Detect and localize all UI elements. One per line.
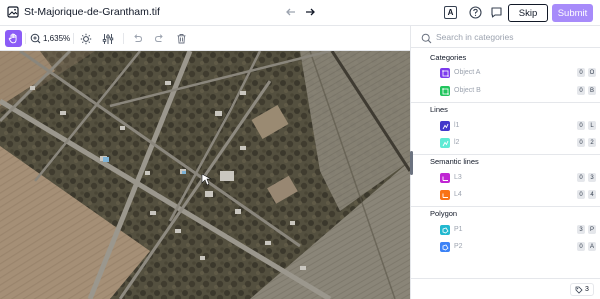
search-input[interactable] <box>436 29 591 45</box>
aerial-image <box>0 51 410 299</box>
category-label: Object B <box>454 87 481 94</box>
section-title-lines: Lines <box>430 105 448 114</box>
footer-divider <box>411 278 600 279</box>
category-item-object-a[interactable]: Object A 0 O <box>411 66 600 82</box>
toolbar-divider <box>123 33 124 44</box>
count-badge: 3 <box>577 225 585 234</box>
keyboard-shortcuts-icon[interactable]: A <box>444 6 457 19</box>
category-search <box>411 26 600 48</box>
redo-icon[interactable] <box>153 30 165 47</box>
count-badge: 0 <box>577 68 585 77</box>
category-label: L4 <box>454 191 462 198</box>
toolbar-divider <box>25 33 26 44</box>
undo-icon[interactable] <box>131 30 143 47</box>
trash-icon[interactable] <box>175 30 187 47</box>
hotkey-badge: O <box>588 68 596 77</box>
count-badge: 0 <box>577 86 585 95</box>
semantic-line-icon <box>440 173 450 183</box>
tag-icon <box>575 286 583 294</box>
category-label: l1 <box>454 122 460 129</box>
line-tool-icon <box>440 138 450 148</box>
hotkey-badge: L <box>588 121 596 130</box>
category-label: P1 <box>454 226 463 233</box>
map-canvas[interactable] <box>0 51 410 299</box>
toolbar-divider <box>73 33 74 44</box>
image-file-icon <box>7 6 19 18</box>
category-item-p1[interactable]: P1 3 P <box>411 223 600 239</box>
polygon-icon <box>440 242 450 252</box>
section-title-polygon: Polygon <box>430 209 458 218</box>
category-label: Object A <box>454 69 481 76</box>
hotkey-badge: P <box>588 225 596 234</box>
help-icon[interactable] <box>468 5 482 19</box>
hotkey-badge: 3 <box>588 173 596 182</box>
count-badge: 0 <box>577 138 585 147</box>
adjustments-icon[interactable] <box>101 30 115 47</box>
tags-count: 3 <box>585 286 589 293</box>
count-badge: 0 <box>577 242 585 251</box>
hotkey-badge: B <box>588 86 596 95</box>
count-badge: 0 <box>577 190 585 199</box>
bounding-box-icon <box>440 86 450 96</box>
category-item-l1[interactable]: l1 0 L <box>411 119 600 135</box>
semantic-line-icon <box>440 190 450 200</box>
submit-button[interactable]: Submit <box>552 4 593 22</box>
tags-count-button[interactable]: 3 <box>570 283 594 296</box>
brightness-icon[interactable] <box>79 30 93 47</box>
count-badge: 0 <box>577 173 585 182</box>
count-badge: 0 <box>577 121 585 130</box>
search-icon <box>421 31 433 44</box>
hotkey-badge: A <box>588 242 596 251</box>
zoom-level[interactable]: 1,635% <box>43 34 70 43</box>
section-divider <box>411 102 600 103</box>
top-bar: St-Majorique-de-Grantham.tif A Skip Subm… <box>0 0 600 26</box>
category-label: L3 <box>454 174 462 181</box>
bounding-box-icon <box>440 68 450 78</box>
hotkey-badge: 4 <box>588 190 596 199</box>
arrow-left-icon[interactable] <box>284 5 298 19</box>
category-item-object-b[interactable]: Object B 0 B <box>411 84 600 100</box>
comment-icon[interactable] <box>489 5 503 19</box>
category-item-p2[interactable]: P2 0 A <box>411 240 600 256</box>
panel-resize-handle[interactable] <box>410 151 413 175</box>
category-label: P2 <box>454 243 463 250</box>
section-title-categories: Categories <box>430 53 467 62</box>
category-item-l3[interactable]: L3 0 3 <box>411 171 600 187</box>
categories-panel: Categories Object A 0 O Object B 0 B Lin… <box>410 26 600 299</box>
category-label: l2 <box>454 139 460 146</box>
file-name: St-Majorique-de-Grantham.tif <box>24 6 160 18</box>
skip-button[interactable]: Skip <box>508 4 548 22</box>
zoom-icon[interactable] <box>29 30 42 47</box>
section-title-semantic-lines: Semantic lines <box>430 157 479 166</box>
section-divider <box>411 206 600 207</box>
category-item-l4[interactable]: L4 0 4 <box>411 188 600 204</box>
pan-hand-icon[interactable] <box>5 30 22 47</box>
section-divider <box>411 154 600 155</box>
arrow-right-icon[interactable] <box>303 5 317 19</box>
image-toolbar: 1,635% <box>0 26 410 51</box>
category-item-l2[interactable]: l2 0 2 <box>411 136 600 152</box>
hotkey-badge: 2 <box>588 138 596 147</box>
polygon-icon <box>440 225 450 235</box>
line-tool-icon <box>440 121 450 131</box>
